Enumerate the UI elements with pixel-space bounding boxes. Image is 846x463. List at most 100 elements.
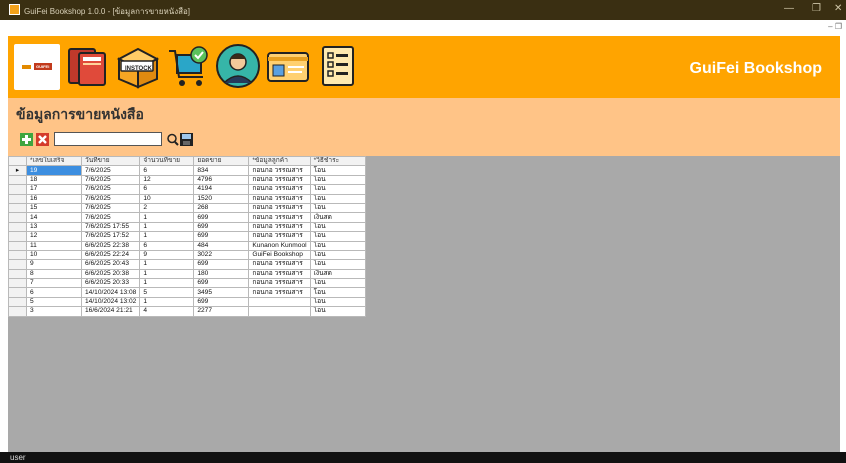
table-cell[interactable]: 10 [139, 193, 195, 204]
books-icon[interactable] [64, 40, 112, 92]
column-header[interactable]: *เลขใบเสร็จ [26, 155, 82, 167]
table-cell[interactable]: 6 [139, 165, 195, 176]
table-cell[interactable]: 6 [26, 287, 82, 298]
table-cell[interactable]: กอนกอ วรรณสาร [248, 259, 311, 270]
table-row[interactable]: 14 7/6/2025 1 699 กอนกอ วรรณสาร เงินสด [8, 212, 366, 223]
table-cell[interactable]: 10 [26, 249, 82, 261]
mdi-window-controls[interactable]: – ❐ [828, 22, 842, 31]
table-cell[interactable]: 7/6/2025 [80, 202, 141, 214]
table-row[interactable]: 3 16/6/2024 21:21 4 2277 โอน [8, 306, 366, 317]
table-cell[interactable]: กอนกอ วรรณสาร [248, 212, 311, 223]
table-cell[interactable]: 2277 [193, 306, 250, 317]
table-cell[interactable]: โอน [309, 278, 366, 289]
save-icon[interactable] [180, 133, 193, 146]
table-cell[interactable]: 1 [139, 212, 195, 223]
table-cell[interactable]: 16 [26, 193, 82, 204]
table-cell[interactable]: โอน [309, 259, 366, 270]
row-header[interactable] [8, 287, 27, 298]
table-cell[interactable]: เงินสด [309, 212, 366, 223]
table-row[interactable]: 18 7/6/2025 12 4796 กอนกอ วรรณสาร โอน [8, 174, 366, 186]
table-row[interactable]: ▸ 19 7/6/2025 6 834 กอนกอ วรรณสาร โอน [8, 165, 366, 176]
column-header[interactable]: *ข้อมูลลูกค้า [248, 155, 311, 167]
table-cell[interactable]: 6/6/2025 20:33 [80, 278, 141, 289]
table-cell[interactable]: กอนกอ วรรณสาร [248, 231, 311, 242]
table-cell[interactable]: 7/6/2025 [80, 184, 141, 195]
row-header[interactable] [8, 231, 27, 242]
table-cell[interactable]: 1 [139, 221, 195, 233]
instock-box-icon[interactable]: INSTOCK [114, 40, 162, 92]
table-cell[interactable]: 9 [139, 249, 195, 261]
shopping-cart-icon[interactable] [164, 40, 212, 92]
table-row[interactable]: 13 7/6/2025 17:55 1 699 กอนกอ วรรณสาร โอน [8, 221, 366, 233]
table-cell[interactable]: 19 [26, 165, 82, 176]
table-cell[interactable]: 1 [139, 231, 195, 242]
table-cell[interactable]: 3 [26, 306, 82, 317]
table-row[interactable]: 6 14/10/2024 13:08 5 3495 กอนกอ วรรณสาร โอน [8, 287, 366, 298]
search-input[interactable] [54, 132, 162, 146]
table-cell[interactable]: กอนกอ วรรณสาร [248, 268, 311, 280]
table-cell[interactable]: 3495 [193, 287, 250, 298]
table-cell[interactable]: 7/6/2025 [80, 193, 141, 204]
table-cell[interactable]: โอน [309, 174, 366, 186]
member-card-icon[interactable] [264, 40, 312, 92]
table-row[interactable]: 15 7/6/2025 2 268 กอนกอ วรรณสาร โอน [8, 202, 366, 214]
table-cell[interactable]: 1 [139, 259, 195, 270]
table-row[interactable]: 17 7/6/2025 6 4194 กอนกอ วรรณสาร โอน [8, 184, 366, 195]
table-cell[interactable]: กอนกอ วรรณสาร [248, 165, 311, 176]
table-cell[interactable]: 16/6/2024 21:21 [80, 306, 141, 317]
table-cell[interactable]: เงินสด [309, 268, 366, 280]
table-cell[interactable]: Kunanon Kunmool [248, 240, 311, 251]
table-cell[interactable]: โอน [309, 240, 366, 251]
table-cell[interactable]: โอน [309, 287, 366, 298]
table-cell[interactable]: กอนกอ วรรณสาร [248, 278, 311, 289]
table-cell[interactable]: 484 [193, 240, 250, 251]
table-cell[interactable]: กอนกอ วรรณสาร [248, 287, 311, 298]
table-cell[interactable]: 4796 [193, 174, 250, 186]
table-cell[interactable]: 7/6/2025 17:55 [80, 221, 141, 233]
table-cell[interactable]: โอน [309, 306, 366, 317]
sales-table[interactable]: *เลขใบเสร็จ วันที่ขาย จำนวนที่ขาย ยอดขาย… [8, 155, 366, 317]
table-cell[interactable]: 699 [193, 231, 250, 242]
table-cell[interactable] [248, 306, 311, 317]
table-cell[interactable]: 15 [26, 202, 82, 214]
table-cell[interactable]: 1520 [193, 193, 250, 204]
row-header[interactable] [8, 212, 27, 223]
table-cell[interactable]: 7/6/2025 [80, 174, 141, 186]
table-cell[interactable]: GuiFei Bookshop [248, 249, 311, 261]
table-cell[interactable]: 1 [139, 268, 195, 280]
table-cell[interactable]: 699 [193, 259, 250, 270]
table-cell[interactable]: โอน [309, 231, 366, 242]
table-cell[interactable]: 699 [193, 212, 250, 223]
table-cell[interactable]: 268 [193, 202, 250, 214]
report-list-icon[interactable] [314, 40, 362, 92]
row-header[interactable] [8, 268, 27, 280]
table-cell[interactable]: 4194 [193, 184, 250, 195]
table-cell[interactable]: 1 [139, 278, 195, 289]
table-row[interactable]: 10 6/6/2025 22:24 9 3022 GuiFei Bookshop โอน [8, 249, 366, 261]
table-cell[interactable]: กอนกอ วรรณสาร [248, 202, 311, 214]
table-cell[interactable]: 14/10/2024 13:02 [80, 296, 141, 308]
column-header[interactable]: *วิธีชำระ [309, 155, 366, 167]
table-cell[interactable]: กอนกอ วรรณสาร [248, 174, 311, 186]
table-cell[interactable]: โอน [309, 221, 366, 233]
table-cell[interactable]: 7 [26, 278, 82, 289]
table-cell[interactable]: 13 [26, 221, 82, 233]
table-cell[interactable]: 7/6/2025 [80, 212, 141, 223]
row-header[interactable]: ▸ [8, 165, 27, 176]
table-cell[interactable]: 699 [193, 221, 250, 233]
table-cell[interactable]: โอน [309, 296, 366, 308]
table-cell[interactable]: กอนกอ วรรณสาร [248, 221, 311, 233]
table-cell[interactable]: 6/6/2025 20:38 [80, 268, 141, 280]
row-header[interactable] [8, 193, 27, 204]
table-cell[interactable]: 5 [139, 287, 195, 298]
table-cell[interactable]: โอน [309, 193, 366, 204]
table-cell[interactable]: 834 [193, 165, 250, 176]
table-cell[interactable]: 2 [139, 202, 195, 214]
row-header[interactable] [8, 306, 27, 317]
table-row[interactable]: 12 7/6/2025 17:52 1 699 กอนกอ วรรณสาร โอน [8, 231, 366, 242]
table-cell[interactable]: โอน [309, 249, 366, 261]
table-cell[interactable]: 6/6/2025 20:43 [80, 259, 141, 270]
table-cell[interactable]: โอน [309, 165, 366, 176]
table-cell[interactable]: โอน [309, 184, 366, 195]
table-cell[interactable]: 6/6/2025 22:38 [80, 240, 141, 251]
